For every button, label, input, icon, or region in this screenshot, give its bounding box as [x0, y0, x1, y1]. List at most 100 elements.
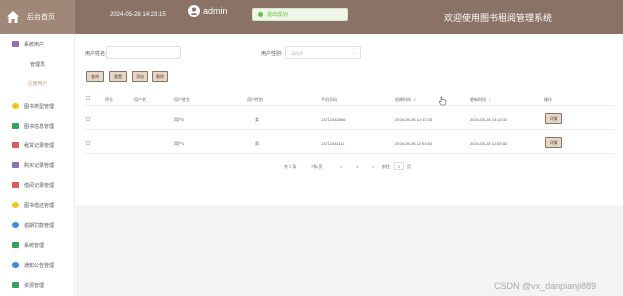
sidebar-item-label: 借阅记录管理: [24, 182, 55, 189]
col-header-gender: 用户性别: [247, 97, 263, 102]
goto-label: 前往: [382, 164, 390, 169]
content-panel: 用户姓名: 用户性别: 请选择 ⌄ 查询 重置 添加 删除 序号 用户名 用户姓…: [76, 34, 623, 205]
sidebar-item-label: 资源管理: [24, 282, 45, 289]
top-header: 后台首页 2024-05-28 14:23:15 admin 退出成功! 欢迎使…: [0, 0, 623, 34]
sidebar-subitem-label: 管理员: [29, 61, 45, 68]
cell-updated: 2024-05-28 14:13:31: [470, 117, 508, 122]
sidebar-item-book-types[interactable]: 图书类型管理: [0, 99, 75, 113]
detail-button[interactable]: 详情: [545, 113, 562, 124]
sort-icon: ⇕: [413, 97, 417, 102]
sidebar-item-label: 逾期罚款管理: [24, 222, 55, 229]
sidebar-item-label: 图书信息管理: [24, 123, 55, 130]
borrow-return-icon: [12, 202, 19, 208]
cell-gender: 男: [255, 141, 259, 146]
gender-filter-select[interactable]: 请选择 ⌄: [285, 46, 361, 59]
sidebar-item-overdue-fines[interactable]: 逾期罚款管理: [0, 218, 75, 232]
reset-button[interactable]: 重置: [109, 71, 127, 82]
sidebar-item-book-info[interactable]: 图书信息管理: [0, 119, 75, 133]
sidebar-item-purchase-records[interactable]: 购买记录管理: [0, 158, 75, 172]
sort-icon: ⇕: [488, 97, 492, 102]
col-header-username: 用户名: [134, 97, 146, 102]
settings-icon: [12, 242, 19, 248]
user-name: admin: [203, 6, 228, 16]
name-filter-input[interactable]: [106, 46, 181, 59]
home-label: 后台首页: [27, 14, 55, 21]
name-filter-label: 用户姓名:: [85, 51, 107, 57]
purchase-icon: [12, 162, 19, 168]
watermark: CSDN @vx_danpianji889: [494, 281, 597, 291]
user-menu[interactable]: admin: [188, 5, 228, 17]
sidebar-subitem-label: 注册用户: [27, 80, 48, 87]
sidebar-subitem-registered-users[interactable]: 注册用户: [0, 76, 75, 90]
borrow-icon: [12, 182, 19, 188]
success-toast: 退出成功!: [252, 8, 348, 21]
cell-created: 2024-05-28 14:12:33: [395, 117, 433, 122]
sidebar-subitem-admins[interactable]: 管理员: [0, 57, 75, 71]
sidebar-item-label: 图书借还管理: [24, 202, 55, 209]
book-type-icon: [12, 103, 19, 109]
delete-button[interactable]: 删除: [152, 71, 168, 82]
cell-name: 用户1: [174, 141, 185, 146]
pagination: 共 2 条 7条/页 < 1 > 前往 1 页: [76, 162, 623, 173]
notice-icon: [12, 262, 19, 268]
row-checkbox[interactable]: [86, 117, 90, 121]
col-header-phone: 手机号码: [321, 97, 337, 102]
col-header-name: 用户姓名: [174, 97, 190, 102]
sidebar-item-label: 租赁记录管理: [24, 142, 55, 149]
home-link[interactable]: 后台首页: [0, 0, 75, 34]
page-size-select[interactable]: 7条/页: [311, 164, 322, 170]
current-datetime: 2024-05-28 14:23:15: [110, 12, 166, 18]
table-row: 用户2 女 13712342566 2024-05-28 14:12:33 20…: [84, 107, 615, 130]
gender-select-placeholder: 请选择: [291, 51, 303, 56]
site-title: 欢迎使用图书租阅管理系统: [444, 13, 553, 23]
goto-page-suffix: 页: [407, 164, 411, 169]
sidebar-item-label: 图书类型管理: [24, 103, 55, 110]
sidebar: 系统用户 管理员 注册用户 图书类型管理 图书信息管理 租赁记录管理 购买记录管…: [0, 34, 75, 296]
page-number-current[interactable]: 1: [356, 164, 358, 169]
sidebar-item-label: 系统用户: [24, 41, 45, 48]
col-header-created[interactable]: 创建时间 ⇕: [395, 97, 416, 103]
sidebar-item-resources[interactable]: 资源管理: [0, 278, 75, 292]
fine-icon: [12, 222, 19, 228]
select-all-checkbox[interactable]: [86, 96, 90, 100]
col-header-index: 序号: [105, 97, 113, 102]
sidebar-item-system-users[interactable]: 系统用户: [0, 37, 75, 51]
book-icon: [12, 123, 19, 129]
sidebar-item-borrow-return[interactable]: 图书借还管理: [0, 198, 75, 212]
search-button[interactable]: 查询: [86, 71, 104, 82]
chevron-down-icon: ⌄: [351, 50, 356, 56]
sidebar-item-system-management[interactable]: 系统管理: [0, 238, 75, 252]
sidebar-item-borrow-records[interactable]: 借阅记录管理: [0, 178, 75, 192]
sidebar-item-label: 通知公告管理: [24, 262, 55, 269]
toast-message: 退出成功!: [267, 12, 289, 18]
table-row: 用户1 男 13712341111 2024-05-28 12:53:02 20…: [84, 131, 615, 154]
cell-phone: 13712342566: [321, 117, 346, 122]
goto-page-input[interactable]: 1: [394, 162, 404, 170]
detail-button[interactable]: 详情: [545, 137, 562, 148]
col-header-updated[interactable]: 更新时间 ⇕: [470, 97, 491, 103]
cell-gender: 女: [255, 117, 259, 122]
cell-updated: 2024-05-28 12:53:02: [470, 141, 508, 146]
col-header-updated-label: 更新时间: [470, 97, 486, 102]
avatar-icon: [188, 5, 200, 17]
next-page-button[interactable]: >: [372, 164, 374, 169]
hand-cursor-icon: [438, 96, 447, 106]
success-icon: [258, 12, 263, 17]
pagination-total: 共 2 条: [284, 164, 297, 169]
gender-filter-label: 用户性别:: [261, 51, 283, 57]
cell-phone: 13712341111: [321, 141, 345, 146]
add-button[interactable]: 添加: [132, 71, 148, 82]
prev-page-button[interactable]: <: [340, 164, 342, 169]
row-checkbox[interactable]: [86, 141, 90, 145]
sidebar-item-rental-records[interactable]: 租赁记录管理: [0, 138, 75, 152]
main-content: 用户姓名: 用户性别: 请选择 ⌄ 查询 重置 添加 删除 序号 用户名 用户姓…: [76, 34, 623, 296]
sidebar-item-notices[interactable]: 通知公告管理: [0, 258, 75, 272]
cell-name: 用户2: [174, 117, 185, 122]
col-header-created-label: 创建时间: [395, 97, 411, 102]
resource-icon: [12, 282, 19, 288]
rental-icon: [12, 142, 19, 148]
sidebar-item-label: 购买记录管理: [24, 162, 55, 169]
user-group-icon: [12, 41, 19, 47]
table-header-row: 序号 用户名 用户姓名 用户性别 手机号码 创建时间 ⇕ 更新时间 ⇕ 操作: [84, 92, 615, 106]
col-header-action: 操作: [544, 97, 552, 102]
